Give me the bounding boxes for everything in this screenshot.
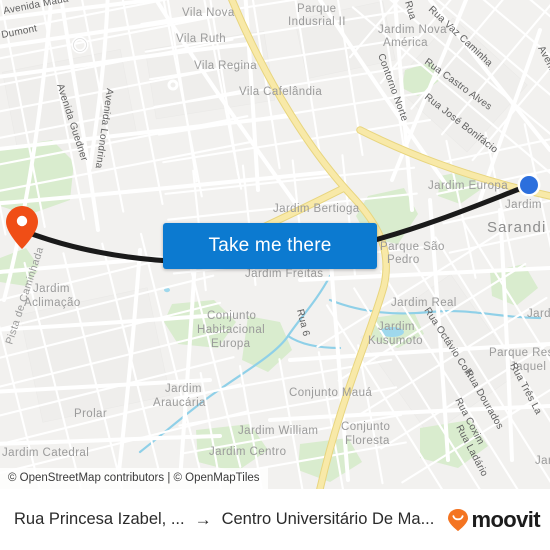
destination-label: Centro Universitário De Ma... bbox=[221, 510, 435, 528]
trip-summary: Rua Princesa Izabel, ... → Centro Univer… bbox=[14, 510, 434, 529]
take-me-there-button[interactable]: Take me there bbox=[163, 223, 377, 269]
map-area-label: Vila Ruth bbox=[176, 33, 226, 45]
map-area-label: Sarandi bbox=[487, 219, 546, 236]
map-area-label: América bbox=[383, 37, 428, 49]
map-area-label: Jard bbox=[527, 308, 550, 320]
destination-dot[interactable] bbox=[517, 173, 541, 197]
map-area-label: Jardim bbox=[378, 321, 415, 333]
moovit-map-screen: Vila Nova Vila Ruth Parque Indusrial II Jard… bbox=[0, 0, 550, 550]
map-area-label: Pedro bbox=[387, 254, 420, 266]
map-area-label: Araucária bbox=[153, 397, 206, 409]
map-area-label: Jardim bbox=[505, 199, 542, 211]
trip-footer: Rua Princesa Izabel, ... → Centro Univer… bbox=[0, 489, 550, 550]
arrow-right-icon: → bbox=[194, 510, 212, 529]
map-area-label: Jardim William bbox=[238, 425, 318, 437]
map-area-label: Habitacional bbox=[197, 324, 265, 336]
map-canvas[interactable]: Vila Nova Vila Ruth Parque Indusrial II Jard… bbox=[0, 0, 550, 489]
map-area-label: Conjunto bbox=[207, 310, 256, 322]
map-area-label: Jardim Freitas bbox=[245, 268, 323, 280]
map-area-label: Aclimação bbox=[24, 297, 81, 309]
map-area-label: Jar bbox=[535, 455, 550, 467]
map-area-label: Vila Regina bbox=[194, 60, 257, 72]
map-area-label: Europa bbox=[211, 338, 251, 350]
map-area-label: Parque Res bbox=[489, 347, 550, 359]
map-area-label: Jardim bbox=[165, 383, 202, 395]
map-area-label: Jardim Catedral bbox=[2, 447, 89, 459]
map-attribution[interactable]: © OpenStreetMap contributors | © OpenMap… bbox=[0, 468, 268, 489]
map-area-label: Conjunto Mauá bbox=[289, 387, 372, 399]
moovit-pin-icon bbox=[448, 508, 469, 531]
map-area-label: Floresta bbox=[345, 435, 390, 447]
map-area-label: Jardim Bertioga bbox=[273, 203, 360, 215]
origin-label: Rua Princesa Izabel, ... bbox=[14, 510, 185, 528]
map-area-label: Jardim Centro bbox=[209, 446, 286, 458]
moovit-logo[interactable]: moovit bbox=[447, 506, 541, 532]
moovit-wordmark: moovit bbox=[471, 506, 540, 532]
map-area-label: Conjunto bbox=[341, 421, 390, 433]
map-area-label: Parque São bbox=[380, 241, 445, 253]
map-area-label: Vila Nova bbox=[182, 7, 235, 19]
map-area-label: Jardim Europa bbox=[428, 180, 508, 192]
map-area-label: Prolar bbox=[74, 408, 107, 420]
map-area-label: Jardim Nova bbox=[378, 24, 447, 36]
map-area-label: Indusrial II bbox=[288, 16, 346, 28]
map-area-label: Parque bbox=[297, 3, 336, 15]
map-area-label: Jardim bbox=[33, 283, 70, 295]
map-area-label: Jardim Real bbox=[391, 297, 457, 309]
map-area-label: Vila Cafelândia bbox=[239, 86, 322, 98]
map-area-label: Kusumoto bbox=[368, 335, 423, 347]
